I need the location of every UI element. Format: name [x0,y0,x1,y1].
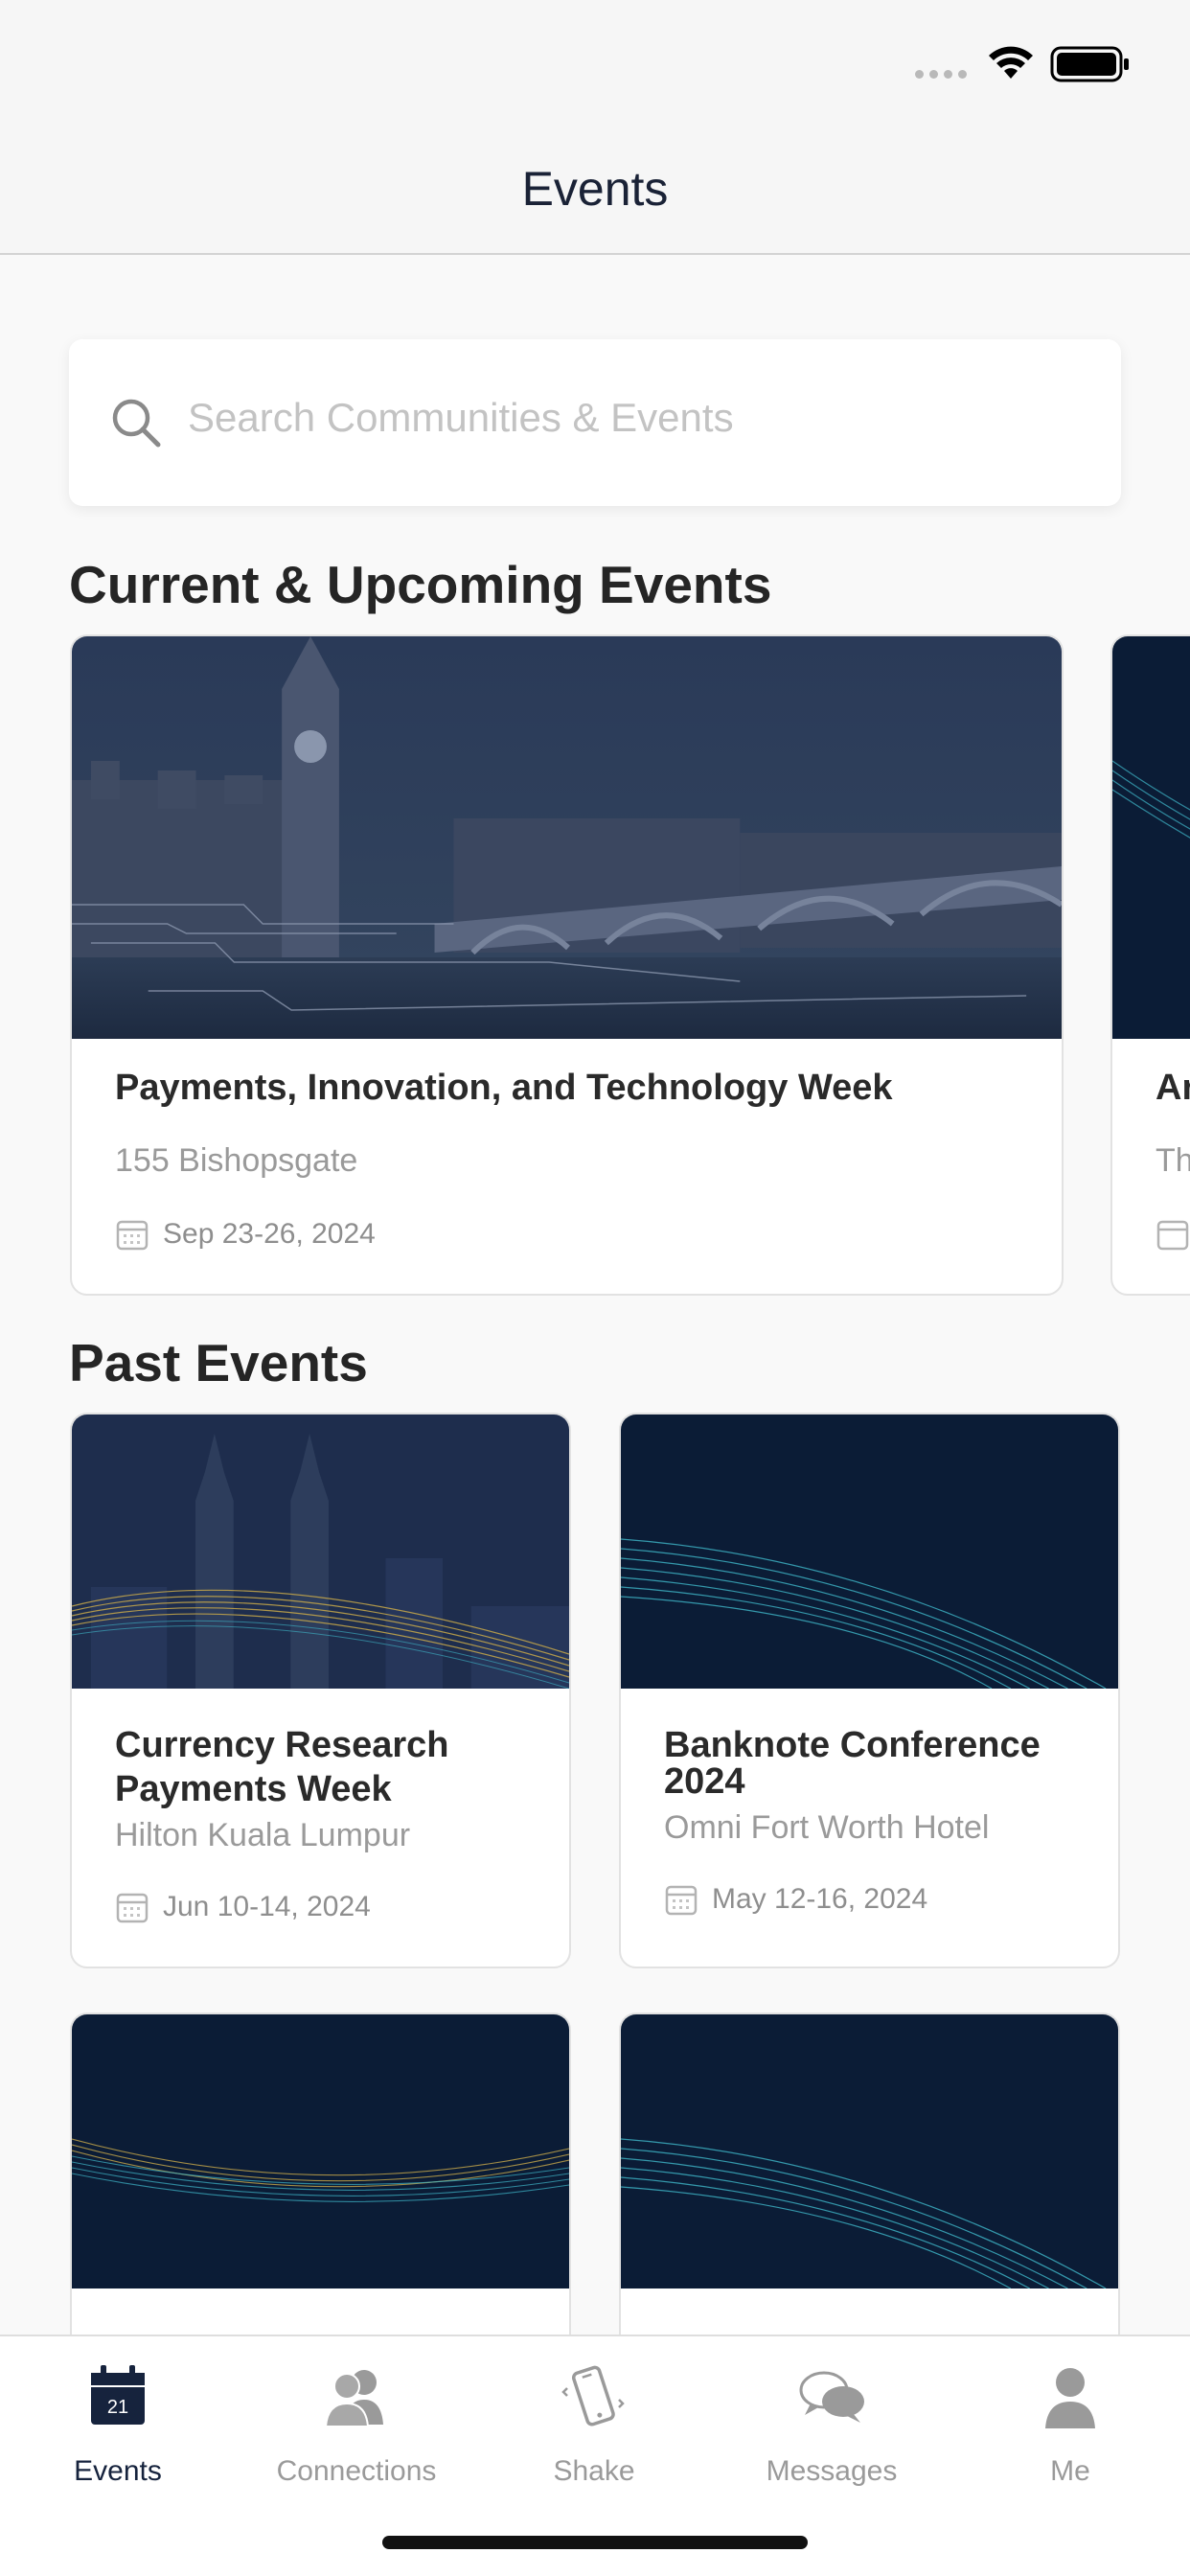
calendar-icon [665,1885,698,1916]
tab-label: Shake [553,2455,635,2487]
event-card-featured[interactable]: Payments, Innovation, and Technology Wee… [70,634,1064,1296]
event-location: 155 Bishopsgate [115,1142,358,1179]
event-date: Jun 10-14, 2024 [163,1891,371,1922]
person-icon [1045,2368,1095,2428]
event-cover-image [1112,636,1190,1039]
calendar-day-number: 21 [107,2397,128,2418]
calendar-icon: 21 [91,2365,145,2425]
battery-icon [1050,46,1129,82]
event-title: Ar [1156,1068,1190,1108]
event-date-row: Sep 23-26, 2024 [115,1217,376,1252]
phone-shake-icon [561,2365,625,2426]
calendar-icon [116,1893,149,1923]
people-icon [324,2370,383,2427]
home-indicator[interactable] [382,2536,808,2549]
tab-messages[interactable]: Messages [717,2359,947,2503]
chat-bubbles-icon [799,2371,864,2423]
tab-label: Messages [766,2455,898,2487]
event-cover-image [72,1414,569,1689]
event-cover-image [72,2014,569,2288]
event-location: Th [1156,1142,1190,1179]
event-cover-image [72,636,1062,1039]
section-title-current-events: Current & Upcoming Events [69,555,772,614]
search-icon [112,399,161,448]
page-title: Events [521,162,669,216]
wifi-icon [989,46,1033,79]
event-title-line-2: 2024 [664,1761,745,1802]
event-location: Hilton Kuala Lumpur [115,1817,411,1853]
event-cover-image [621,1414,1118,1689]
tab-events[interactable]: 21 Events [3,2359,233,2503]
event-date-row: Jun 10-14, 2024 [115,1890,371,1924]
past-event-card[interactable]: Banknote Conference 2024 Omni Fort Worth… [619,1413,1120,1968]
tab-label: Events [74,2455,162,2487]
tab-shake[interactable]: Shake [479,2359,709,2503]
tab-connections[interactable]: Connections [241,2359,471,2503]
event-card-partial[interactable]: Ar Th [1110,634,1190,1296]
event-title: Payments, Innovation, and Technology Wee… [115,1068,893,1108]
calendar-icon [1156,1220,1189,1251]
cellular-signal-icon [915,70,967,79]
section-title-past-events: Past Events [69,1333,368,1392]
tab-label: Connections [276,2455,437,2487]
calendar-icon [116,1220,149,1251]
event-location: Omni Fort Worth Hotel [664,1809,990,1846]
search-input[interactable]: Search Communities & Events [69,339,1121,506]
status-bar [0,0,1190,134]
event-title-line-1: Currency Research [115,1725,449,1765]
search-placeholder: Search Communities & Events [188,395,734,440]
tab-label: Me [1050,2455,1090,2487]
event-date: May 12-16, 2024 [712,1883,928,1915]
nav-header: Events [0,134,1190,255]
tab-me[interactable]: Me [955,2359,1185,2503]
event-date: Sep 23-26, 2024 [163,1218,376,1250]
event-date-row: May 12-16, 2024 [664,1882,927,1917]
event-cover-image [621,2014,1118,2288]
event-title-line-2: Payments Week [115,1769,392,1809]
past-event-card[interactable]: Currency Research Payments Week Hilton K… [70,1413,571,1968]
